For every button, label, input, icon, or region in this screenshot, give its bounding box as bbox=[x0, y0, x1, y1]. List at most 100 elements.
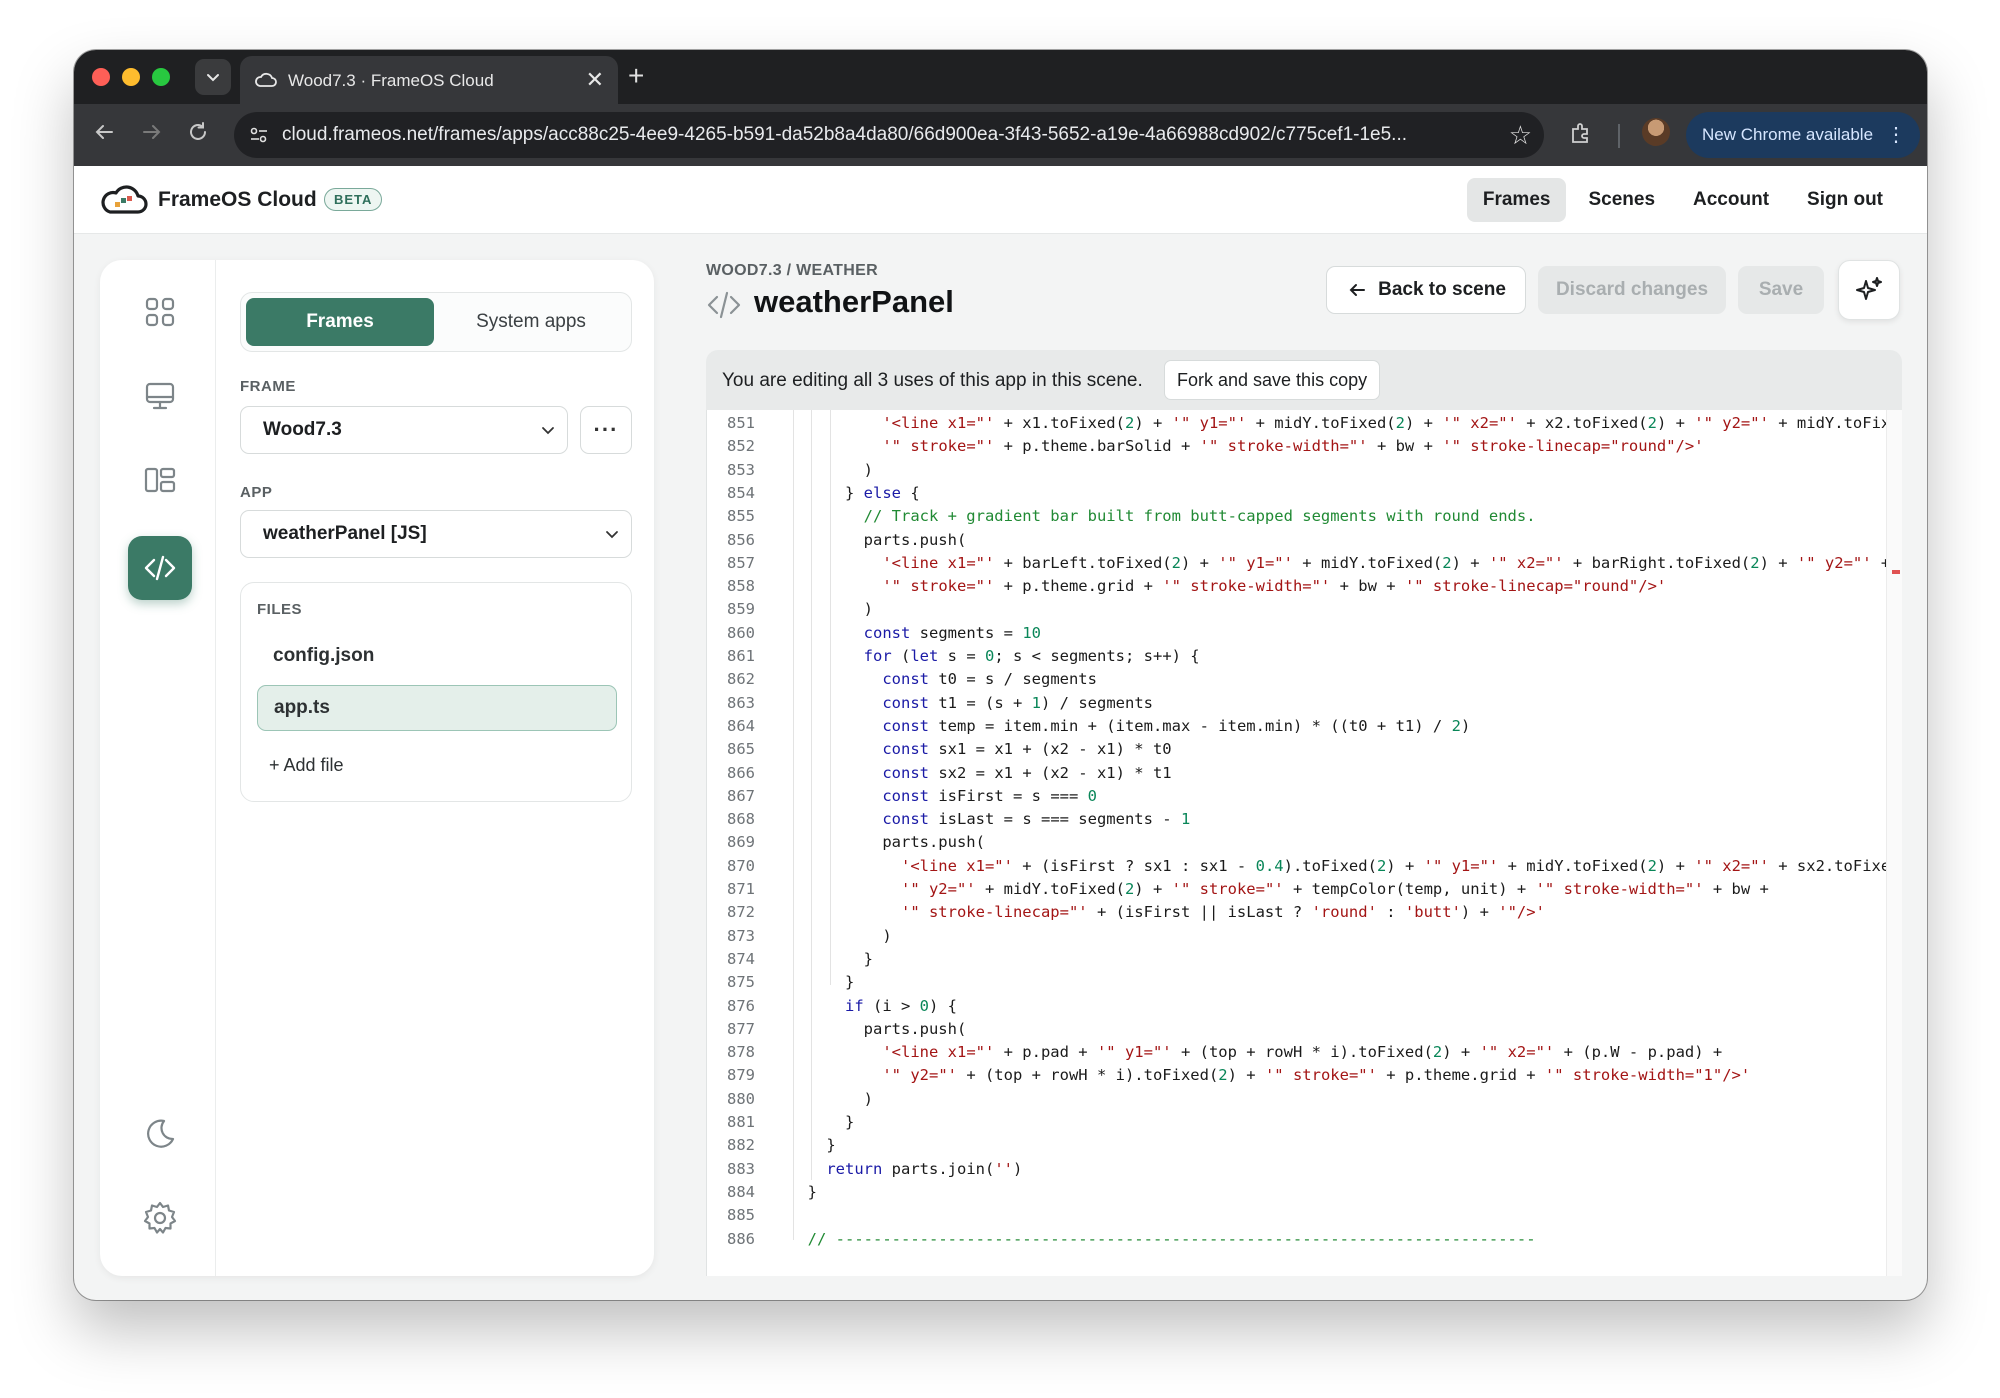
frame-select-value: Wood7.3 bbox=[263, 419, 342, 440]
close-window-button[interactable] bbox=[92, 68, 110, 86]
browser-window: Wood7.3 · FrameOS Cloud ✕ + cloud.frameo… bbox=[74, 50, 1927, 1300]
minimize-window-button[interactable] bbox=[122, 68, 140, 86]
code-line: 863 const t1 = (s + 1) / segments bbox=[707, 692, 1887, 715]
line-number: 856 bbox=[727, 530, 755, 549]
code-text: } bbox=[789, 1136, 836, 1155]
new-tab-button[interactable]: + bbox=[628, 60, 644, 92]
tab-system-apps[interactable]: System apps bbox=[437, 298, 625, 346]
tab-frames[interactable]: Frames bbox=[246, 298, 434, 346]
tab-strip: Wood7.3 · FrameOS Cloud ✕ + bbox=[74, 50, 1927, 104]
app-label: APP bbox=[240, 484, 273, 501]
code-text: '<line x1="' + x1.toFixed(2) + '" y1="' … bbox=[882, 414, 1900, 432]
file-item-config-json[interactable]: config.json bbox=[257, 633, 617, 679]
code-line: 874 } bbox=[707, 948, 1887, 971]
code-editor[interactable]: 851 '<line x1="' + x1.toFixed(2) + '" y1… bbox=[706, 410, 1902, 1276]
back-to-scene-button[interactable]: Back to scene bbox=[1326, 266, 1526, 314]
code-text: const t1 = (s + 1) / segments bbox=[882, 693, 1153, 712]
nav-frames[interactable]: Frames bbox=[1466, 178, 1567, 222]
line-number: 861 bbox=[727, 647, 755, 665]
code-text: ) bbox=[789, 460, 873, 479]
code-text: '<line x1="' + (isFirst ? sx1 : sx1 - 0.… bbox=[900, 856, 1900, 875]
code-text: return parts.join('') bbox=[826, 1159, 1023, 1178]
code-text: const isFirst = s === 0 bbox=[882, 786, 1097, 805]
line-number: 881 bbox=[727, 1113, 755, 1131]
code-line: 869 parts.push( bbox=[707, 831, 1887, 854]
save-button[interactable]: Save bbox=[1738, 266, 1824, 314]
code-line: 867 const isFirst = s === 0 bbox=[707, 785, 1887, 808]
rail-frame-button[interactable] bbox=[128, 364, 192, 428]
code-text: } bbox=[789, 949, 873, 968]
site-settings-icon[interactable] bbox=[248, 124, 270, 146]
line-number: 878 bbox=[727, 1043, 755, 1062]
code-text: const sx2 = x1 + (x2 - x1) * t1 bbox=[882, 763, 1172, 782]
code-line: 884 } bbox=[707, 1181, 1887, 1204]
rail-scenes-button[interactable] bbox=[128, 448, 192, 512]
file-item-label: config.json bbox=[273, 645, 375, 666]
code-line: 860 const segments = 10 bbox=[707, 622, 1887, 645]
rail-theme-button[interactable] bbox=[128, 1102, 192, 1166]
line-number: 858 bbox=[727, 577, 755, 596]
extensions-icon[interactable] bbox=[1568, 120, 1594, 146]
forward-arrow-icon[interactable] bbox=[140, 120, 164, 144]
add-file-button[interactable]: + Add file bbox=[269, 755, 344, 776]
code-line: 870 '<line x1="' + (isFirst ? sx1 : sx1 … bbox=[707, 855, 1900, 878]
ai-assist-button[interactable] bbox=[1838, 260, 1900, 320]
code-line: 873 ) bbox=[707, 925, 1887, 948]
code-text: const segments = 10 bbox=[863, 623, 1041, 642]
file-item-app-ts[interactable]: app.ts bbox=[257, 685, 617, 731]
editor-scrollbar[interactable] bbox=[1886, 410, 1902, 1276]
line-number: 862 bbox=[727, 670, 755, 689]
bookmark-star-icon[interactable]: ☆ bbox=[1509, 120, 1532, 151]
line-number: 868 bbox=[727, 810, 755, 829]
frame-select[interactable]: Wood7.3 bbox=[240, 406, 568, 454]
address-bar[interactable]: cloud.frameos.net/frames/apps/acc88c25-4… bbox=[234, 112, 1544, 158]
line-number: 863 bbox=[727, 693, 755, 712]
code-line: 854 } else { bbox=[707, 482, 1887, 505]
fork-and-save-button[interactable]: Fork and save this copy bbox=[1164, 360, 1381, 400]
line-number: 853 bbox=[727, 460, 755, 479]
url-text: cloud.frameos.net/frames/apps/acc88c25-4… bbox=[282, 124, 1408, 145]
browser-tab[interactable]: Wood7.3 · FrameOS Cloud ✕ bbox=[240, 56, 618, 104]
apps-segmented-control: Frames System apps bbox=[240, 292, 632, 352]
frame-more-button[interactable]: ··· bbox=[580, 406, 632, 454]
top-nav: Frames Scenes Account Sign out bbox=[1466, 178, 1899, 222]
discard-changes-button[interactable]: Discard changes bbox=[1538, 266, 1726, 314]
breadcrumb: WOOD7.3 / WEATHER bbox=[706, 262, 878, 279]
shared-app-notice: You are editing all 3 uses of this app i… bbox=[706, 350, 1902, 410]
code-text: parts.push( bbox=[789, 530, 967, 549]
back-arrow-icon[interactable] bbox=[92, 120, 116, 144]
maximize-window-button[interactable] bbox=[152, 68, 170, 86]
nav-sign-out[interactable]: Sign out bbox=[1791, 178, 1899, 222]
code-text: '" stroke-linecap="' + (isFirst || isLas… bbox=[900, 903, 1545, 922]
gear-icon bbox=[143, 1201, 177, 1234]
rail-code-button[interactable] bbox=[128, 536, 192, 600]
code-line: 875 } bbox=[707, 971, 1887, 994]
indent-guide bbox=[830, 410, 831, 985]
reload-icon[interactable] bbox=[186, 120, 210, 144]
rail-settings-button[interactable] bbox=[128, 1186, 192, 1250]
app-select-value: weatherPanel [JS] bbox=[263, 523, 427, 544]
nav-scenes[interactable]: Scenes bbox=[1572, 178, 1671, 222]
line-number: 864 bbox=[727, 716, 755, 735]
profile-avatar[interactable] bbox=[1642, 118, 1670, 146]
chrome-update-button[interactable]: New Chrome available ⋮ bbox=[1686, 112, 1920, 158]
chevron-down-icon bbox=[542, 427, 554, 435]
code-text: '" y2="' + midY.toFixed(2) + '" stroke="… bbox=[900, 880, 1769, 898]
code-line: 862 const t0 = s / segments bbox=[707, 668, 1887, 691]
tab-search-button[interactable] bbox=[195, 59, 231, 95]
nav-account[interactable]: Account bbox=[1677, 178, 1785, 222]
browser-toolbar: cloud.frameos.net/frames/apps/acc88c25-4… bbox=[74, 104, 1927, 166]
tab-close-icon[interactable]: ✕ bbox=[586, 67, 604, 93]
chevron-down-icon bbox=[606, 531, 618, 539]
code-text: '" y2="' + (top + rowH * i).toFixed(2) +… bbox=[882, 1066, 1751, 1085]
code-line: 852 '" stroke="' + p.theme.barSolid + '"… bbox=[707, 435, 1887, 458]
code-text: ) bbox=[789, 926, 892, 945]
file-item-label: app.ts bbox=[274, 697, 330, 718]
code-icon bbox=[707, 291, 741, 319]
toolbar-divider bbox=[1618, 124, 1620, 148]
files-label: FILES bbox=[257, 601, 303, 618]
line-number: 860 bbox=[727, 623, 755, 642]
rail-dashboard-button[interactable] bbox=[128, 280, 192, 344]
line-number: 880 bbox=[727, 1089, 755, 1108]
app-select[interactable]: weatherPanel [JS] bbox=[240, 510, 632, 558]
